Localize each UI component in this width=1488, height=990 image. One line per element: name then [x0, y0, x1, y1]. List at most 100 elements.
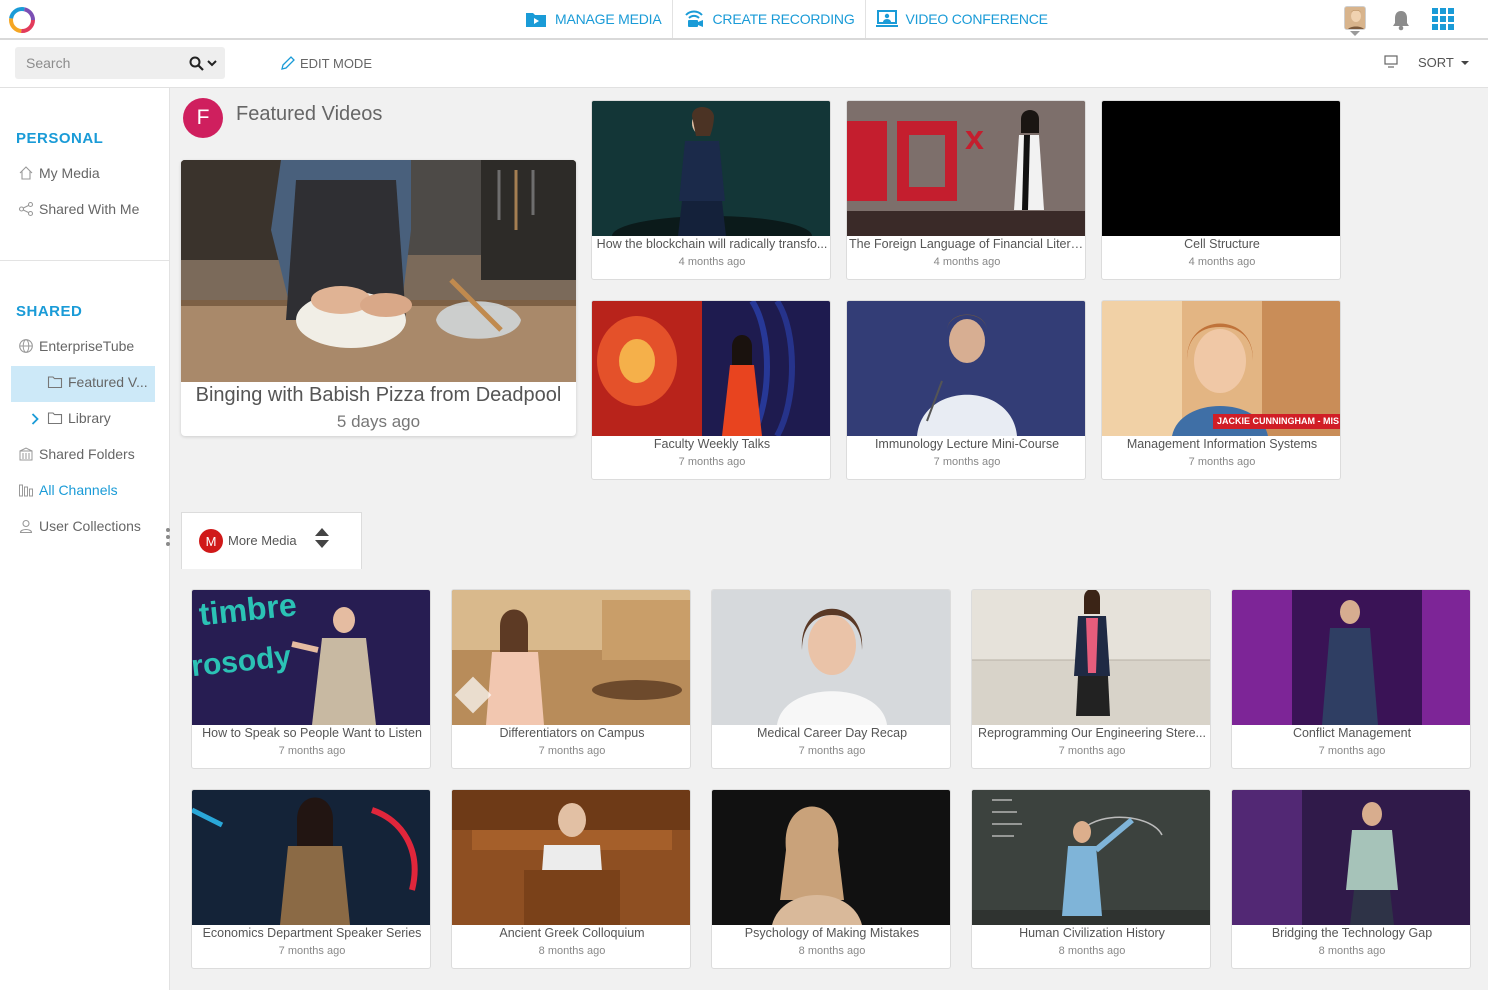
video-date: 4 months ago — [1188, 256, 1256, 268]
video-date: 7 months ago — [278, 745, 346, 757]
video-date: 4 months ago — [678, 256, 746, 268]
sidebar-item-label: All Channels — [39, 482, 118, 498]
video-conference-button[interactable]: VIDEO CONFERENCE — [866, 0, 1058, 38]
more-media-avatar: M — [199, 529, 223, 553]
featured-video-card[interactable]: Faculty Weekly Talks 7 months ago — [591, 300, 831, 480]
monitor-view-icon[interactable] — [1384, 55, 1398, 68]
lecture-podium-thumbnail-icon — [847, 301, 1085, 436]
video-date: 8 months ago — [798, 945, 866, 957]
sidebar-item-my-media[interactable]: My Media — [18, 165, 100, 181]
sidebar-item-enterprisetube[interactable]: EnterpriseTube — [18, 338, 134, 354]
video-date: 7 months ago — [1188, 456, 1256, 468]
sort-dropdown[interactable]: SORT — [1418, 55, 1469, 70]
stage-talk-thumbnail-icon — [1232, 790, 1470, 925]
personal-heading: PERSONAL — [16, 130, 104, 147]
featured-section-title: Featured Videos — [236, 103, 383, 125]
video-thumbnail: x — [847, 101, 1085, 236]
video-title: Ancient Greek Colloquium — [499, 926, 645, 940]
sidebar-item-shared-with-me[interactable]: Shared With Me — [18, 201, 139, 217]
sidebar-item-label: Featured V... — [68, 374, 148, 390]
sidebar-item-all-channels[interactable]: All Channels — [18, 482, 118, 498]
video-date: 7 months ago — [933, 456, 1001, 468]
video-date: 4 months ago — [933, 256, 1001, 268]
top-bar: MANAGE MEDIA CREATE RECORDING VIDEO CONF… — [0, 0, 1488, 40]
sort-label: SORT — [1418, 55, 1454, 70]
video-thumbnail — [712, 590, 950, 725]
chalkboard-lecture-thumbnail-icon — [972, 790, 1210, 925]
svg-text:x: x — [965, 119, 984, 157]
building-icon — [19, 447, 33, 461]
sidebar-divider — [0, 260, 169, 261]
speaker-neon-thumbnail-icon — [192, 790, 430, 925]
shared-heading: SHARED — [16, 303, 83, 320]
video-title: Medical Career Day Recap — [756, 726, 908, 740]
more-media-video-card[interactable]: Bridging the Technology Gap 8 months ago — [1231, 789, 1471, 969]
more-media-video-card[interactable]: Psychology of Making Mistakes 8 months a… — [711, 789, 951, 969]
video-date: 8 months ago — [1058, 945, 1126, 957]
folder-icon — [47, 376, 63, 389]
user-avatar[interactable] — [1344, 6, 1366, 30]
sidebar-item-featured-videos[interactable]: Featured V... — [47, 374, 148, 390]
hero-thumbnail — [181, 160, 576, 382]
video-thumbnail — [972, 790, 1210, 925]
edit-mode-button[interactable]: EDIT MODE — [280, 55, 372, 71]
featured-video-card[interactable]: Immunology Lecture Mini-Course 7 months … — [846, 300, 1086, 480]
video-conference-label: VIDEO CONFERENCE — [905, 11, 1048, 27]
more-media-video-card[interactable]: Reprogramming Our Engineering Stere... 7… — [971, 589, 1211, 769]
sidebar-more-options-icon[interactable] — [166, 528, 170, 546]
video-thumbnail — [847, 301, 1085, 436]
app-grid-icon[interactable] — [1432, 8, 1454, 30]
video-title: Human Civilization History — [1019, 926, 1165, 940]
sidebar-item-label: Shared Folders — [39, 446, 135, 462]
sort-caret-icon — [1460, 60, 1469, 65]
campus-library-thumbnail-icon — [452, 590, 690, 725]
video-thumbnail — [712, 790, 950, 925]
video-title: Psychology of Making Mistakes — [744, 926, 920, 940]
sort-arrows-icon[interactable] — [314, 527, 330, 549]
sidebar-item-shared-folders[interactable]: Shared Folders — [18, 446, 135, 462]
create-recording-label: CREATE RECORDING — [712, 11, 855, 27]
video-thumbnail — [972, 590, 1210, 725]
hero-video-card[interactable]: Binging with Babish Pizza from Deadpool … — [181, 160, 576, 436]
more-media-video-card[interactable]: Human Civilization History 8 months ago — [971, 789, 1211, 969]
chevron-right-icon[interactable] — [31, 413, 39, 425]
video-thumbnail — [592, 301, 830, 436]
user-menu-caret-icon[interactable] — [1350, 31, 1360, 36]
speaker-dark-thumbnail-icon — [712, 790, 950, 925]
more-media-tab[interactable]: M More Media — [181, 512, 362, 569]
more-media-video-card[interactable]: Differentiators on Campus 7 months ago — [451, 589, 691, 769]
featured-video-card[interactable]: How the blockchain will radically transf… — [591, 100, 831, 280]
featured-video-card[interactable]: JACKIE CUNNINGHAM - MIS MAJOR Management… — [1101, 300, 1341, 480]
sidebar-item-label: User Collections — [39, 518, 141, 534]
featured-video-card[interactable]: x The Foreign Language of Financial Lite… — [846, 100, 1086, 280]
more-media-video-card[interactable]: Conflict Management 7 months ago — [1231, 589, 1471, 769]
sidebar-item-user-collections[interactable]: User Collections — [18, 518, 141, 534]
sub-toolbar: EDIT MODE SORT — [0, 40, 1488, 88]
more-media-video-card[interactable]: timbre rosody How to Speak so People Wan… — [191, 589, 431, 769]
top-nav: MANAGE MEDIA CREATE RECORDING VIDEO CONF… — [515, 0, 1058, 38]
lecture-hall-thumbnail-icon — [972, 590, 1210, 725]
hero-video-title: Binging with Babish Pizza from Deadpool — [195, 384, 562, 406]
video-thumbnail — [1232, 590, 1470, 725]
notifications-bell-icon[interactable] — [1391, 9, 1411, 31]
app-logo-icon[interactable] — [6, 5, 38, 35]
home-icon — [19, 166, 33, 180]
create-recording-button[interactable]: CREATE RECORDING — [673, 0, 866, 38]
video-thumbnail — [452, 790, 690, 925]
video-date: 8 months ago — [1318, 945, 1386, 957]
speaker-stage-thumbnail-icon — [592, 101, 830, 236]
video-title: Economics Department Speaker Series — [202, 926, 422, 940]
video-thumbnail — [1232, 790, 1470, 925]
manage-media-button[interactable]: MANAGE MEDIA — [515, 0, 673, 38]
video-title: Immunology Lecture Mini-Course — [874, 437, 1060, 451]
featured-video-card[interactable]: Cell Structure 4 months ago — [1101, 100, 1341, 280]
more-media-video-card[interactable]: Economics Department Speaker Series 7 mo… — [191, 789, 431, 969]
more-media-video-card[interactable]: Ancient Greek Colloquium 8 months ago — [451, 789, 691, 969]
edit-mode-label: EDIT MODE — [300, 55, 372, 71]
channels-icon — [19, 484, 33, 497]
search-input[interactable] — [15, 47, 185, 79]
sidebar-item-library[interactable]: Library — [47, 410, 111, 426]
manage-media-label: MANAGE MEDIA — [555, 11, 662, 27]
more-media-video-card[interactable]: Medical Career Day Recap 7 months ago — [711, 589, 951, 769]
search-button[interactable] — [189, 53, 223, 73]
